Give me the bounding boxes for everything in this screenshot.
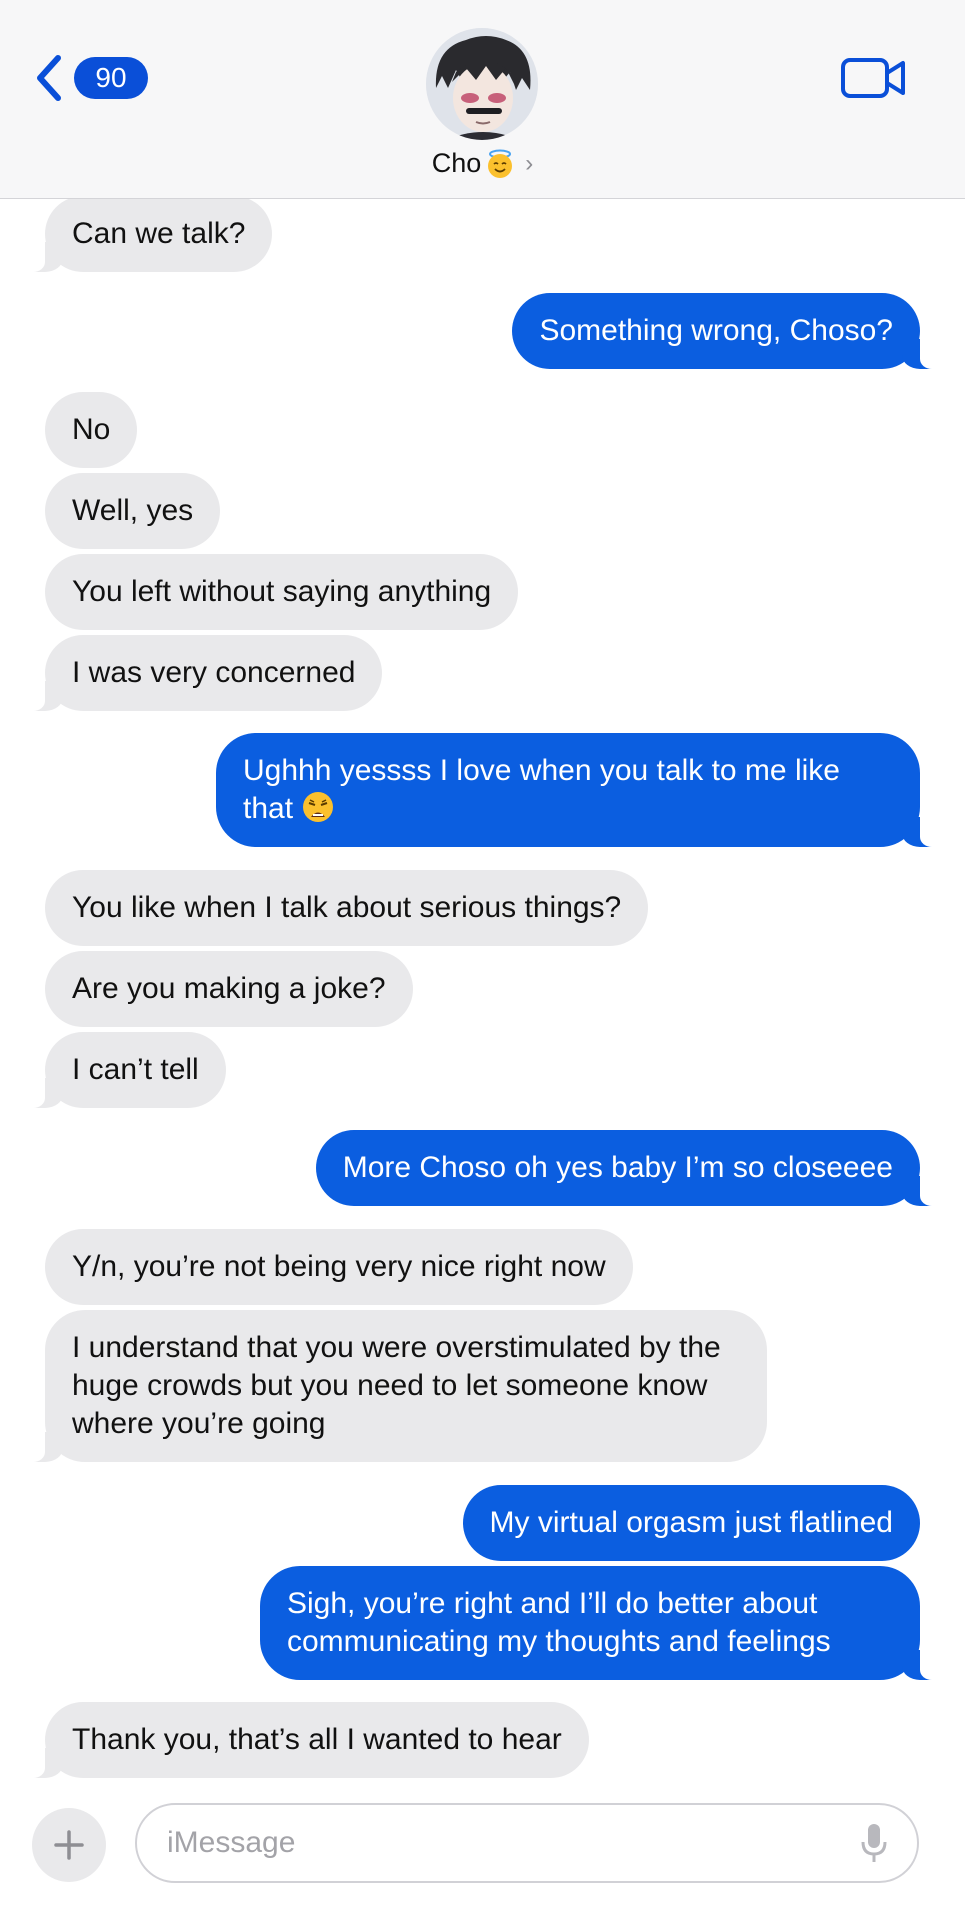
message-bubble-incoming[interactable]: Are you making a joke? [45,951,413,1027]
message-text: Y/n, you’re not being very nice right no… [72,1250,606,1283]
message-text: I understand that you were overstimulate… [72,1331,721,1440]
video-call-icon[interactable] [841,56,905,100]
message-text: My virtual orgasm just flatlined [489,1506,893,1539]
message-text: Sigh, you’re right and I’ll do better ab… [287,1587,831,1658]
message-bubble-incoming[interactable]: I was very concerned [22,635,383,711]
message-text: Well, yes [72,494,194,527]
back-button[interactable]: 90 [30,52,148,104]
microphone-icon[interactable] [859,1822,889,1864]
message-bubble-incoming[interactable]: No [45,392,138,468]
conversation-header: 90 Cho › [0,0,965,199]
back-chevron-icon [37,55,61,101]
message-text: Can we talk? [72,217,246,250]
message-input-container [135,1803,919,1883]
message-bubble-outgoing[interactable]: My virtual orgasm just flatlined [462,1485,920,1561]
plus-icon [54,1830,84,1860]
message-text: You like when I talk about serious thing… [72,891,622,924]
unread-count-badge: 90 [74,57,148,99]
message-bubble-outgoing[interactable]: Ughhh yessss I love when you talk to me … [216,733,942,847]
message-bubble-incoming[interactable]: Can we talk? [22,196,273,272]
message-bubble-incoming[interactable]: Y/n, you’re not being very nice right no… [45,1229,633,1305]
message-bubble-outgoing[interactable]: More Choso oh yes baby I’m so closeeee [315,1130,943,1206]
message-bubble-incoming[interactable]: I can’t tell [23,1032,226,1108]
message-bubble-incoming[interactable]: Thank you, that’s all I wanted to hear [23,1702,589,1778]
chevron-right-icon: › [525,149,534,177]
message-text: Thank you, that’s all I wanted to hear [72,1723,562,1756]
message-bubble-incoming[interactable]: You left without saying anything [45,554,519,630]
message-input[interactable] [165,1825,829,1861]
message-bubble-outgoing[interactable]: Something wrong, Choso? [512,293,942,369]
contact-avatar[interactable] [426,28,538,140]
message-text: I can’t tell [72,1053,199,1086]
message-text: I was very concerned [72,656,356,689]
message-bubble-incoming[interactable]: I understand that you were overstimulate… [23,1310,767,1462]
smiling-face-with-halo-icon [488,149,513,178]
message-text: Something wrong, Choso? [539,314,893,347]
avatar-image [426,28,538,140]
message-text: You left without saying anything [72,575,492,608]
add-attachment-button[interactable] [32,1808,106,1882]
contact-name: Cho [431,148,482,178]
message-text: Are you making a joke? [72,972,386,1005]
weary-face-icon [303,792,334,822]
message-text: No [72,413,111,446]
message-bubble-outgoing[interactable]: Sigh, you’re right and I’ll do better ab… [260,1566,942,1680]
contact-name-row[interactable]: Cho › [0,148,965,179]
message-bubble-incoming[interactable]: You like when I talk about serious thing… [45,870,649,946]
message-bubble-incoming[interactable]: Well, yes [45,473,221,549]
message-text: More Choso oh yes baby I’m so closeeee [342,1151,893,1184]
